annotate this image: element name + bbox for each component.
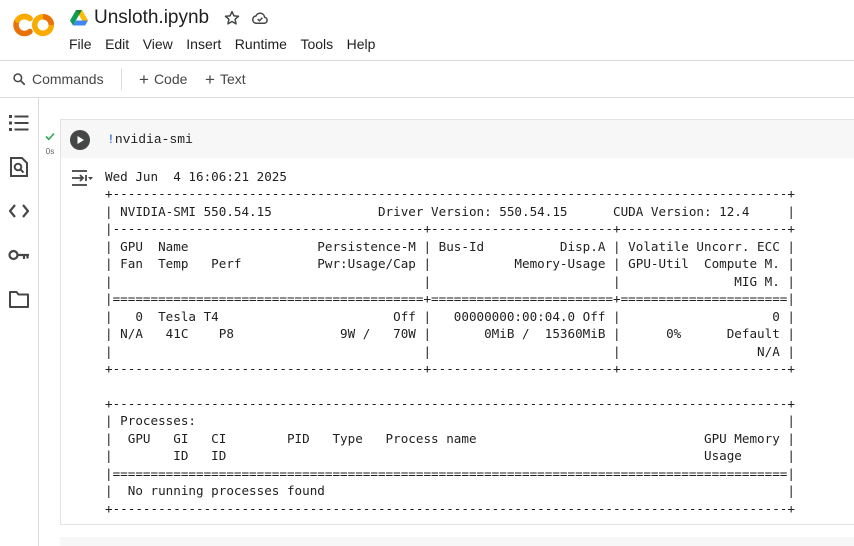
search-icon — [12, 72, 26, 86]
next-cell[interactable] — [60, 537, 854, 546]
menu-view[interactable]: View — [143, 36, 173, 52]
notebook-title[interactable]: Unsloth.ipynb — [94, 7, 209, 29]
output-line: |---------------------------------------… — [105, 221, 795, 237]
output-line: |=======================================… — [105, 465, 795, 481]
colab-logo[interactable] — [12, 13, 55, 42]
output-line: | 0 Tesla T4 Off | 00000000:00:04.0 Off … — [105, 308, 795, 324]
add-code-label: Code — [153, 71, 188, 87]
output-line: | NVIDIA-SMI 550.54.15 Driver Version: 5… — [105, 203, 795, 219]
table-of-contents-icon[interactable] — [8, 112, 30, 134]
code-text: nvidia-smi — [114, 132, 193, 147]
check-icon — [40, 128, 60, 146]
menu-help[interactable]: Help — [347, 36, 376, 52]
shell-prefix: ! — [107, 132, 115, 147]
code-cell[interactable]: !nvidia-smi Wed Jun 4 16:06:21 2025 +----… — [60, 119, 854, 525]
output-line: | | | MIG M. | — [105, 273, 795, 289]
output-line: |=======================================… — [105, 291, 795, 307]
output-line: | N/A 41C P8 9W / 70W | 0MiB / 15360MiB … — [105, 326, 795, 342]
star-icon[interactable] — [223, 9, 241, 27]
output-line: +---------------------------------------… — [105, 500, 795, 516]
cloud-saved-icon[interactable] — [251, 9, 269, 27]
menu-bar: File Edit View Insert Runtime Tools Help — [69, 36, 389, 52]
plus-icon: + — [205, 69, 215, 89]
play-icon — [77, 136, 84, 144]
add-text-label: Text — [219, 71, 246, 87]
output-line: | No running processes found | — [105, 483, 795, 499]
output-line: +---------------------------------------… — [105, 360, 795, 376]
toolbar: Commands + Code + Text — [0, 60, 854, 98]
find-icon[interactable] — [8, 156, 30, 178]
commands-label: Commands — [32, 71, 104, 87]
output-line: | GPU GI CI PID Type Process name GPU Me… — [105, 430, 795, 446]
menu-edit[interactable]: Edit — [105, 36, 129, 52]
execution-time: 0s — [45, 147, 55, 156]
code-editor[interactable]: !nvidia-smi — [107, 132, 193, 147]
menu-runtime[interactable]: Runtime — [235, 36, 287, 52]
execution-status: 0s — [40, 128, 60, 156]
output-actions-icon[interactable] — [70, 169, 94, 187]
toolbar-divider — [121, 68, 122, 90]
output-line: Wed Jun 4 16:06:21 2025 — [105, 169, 287, 184]
secrets-key-icon[interactable] — [8, 244, 30, 266]
commands-button[interactable]: Commands — [12, 61, 104, 97]
output-line: +---------------------------------------… — [105, 395, 795, 411]
run-cell-button[interactable] — [70, 130, 90, 150]
output-line: | | | N/A | — [105, 343, 795, 359]
add-code-button[interactable]: + Code — [139, 61, 187, 97]
menu-tools[interactable]: Tools — [300, 36, 333, 52]
add-text-button[interactable]: + Text — [205, 61, 246, 97]
output-line: | Fan Temp Perf Pwr:Usage/Cap | Memory-U… — [105, 256, 795, 272]
output-line: +---------------------------------------… — [105, 186, 795, 202]
menu-insert[interactable]: Insert — [186, 36, 221, 52]
cell-output: Wed Jun 4 16:06:21 2025 +----------------… — [105, 168, 795, 517]
google-drive-icon[interactable] — [70, 10, 88, 26]
menu-file[interactable]: File — [69, 36, 92, 52]
output-line: | Processes: | — [105, 413, 795, 429]
header: Unsloth.ipynb File Edit View Insert Runt… — [0, 0, 854, 60]
plus-icon: + — [139, 69, 149, 89]
title-row: Unsloth.ipynb — [70, 6, 279, 30]
output-line: | GPU Name Persistence-M | Bus-Id Disp.A… — [105, 238, 795, 254]
cell-input[interactable]: !nvidia-smi — [61, 120, 854, 158]
side-rail — [0, 97, 39, 546]
code-snippets-icon[interactable] — [8, 200, 30, 222]
output-line: | ID ID Usage | — [105, 448, 795, 464]
files-folder-icon[interactable] — [8, 288, 30, 310]
